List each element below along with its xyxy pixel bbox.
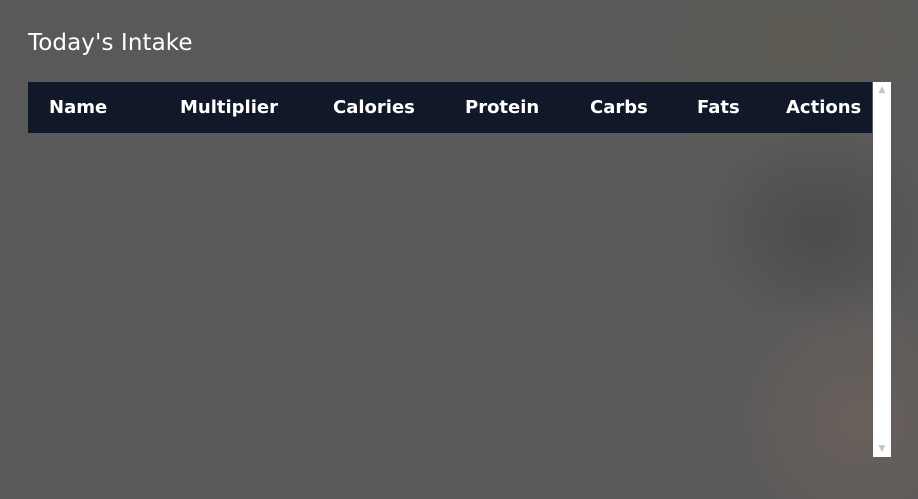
- intake-table-container: Name Multiplier Calories Protein Carbs F…: [28, 82, 891, 457]
- column-header-carbs: Carbs: [590, 97, 648, 118]
- table-header: Name Multiplier Calories Protein Carbs F…: [28, 82, 872, 133]
- column-header-multiplier: Multiplier: [180, 97, 278, 118]
- page-title: Today's Intake: [28, 30, 193, 56]
- chevron-down-icon[interactable]: ▼: [873, 442, 891, 456]
- column-header-calories: Calories: [333, 97, 415, 118]
- column-header-actions: Actions: [786, 97, 862, 118]
- intake-panel: Today's Intake Name Multiplier Calories …: [0, 0, 918, 499]
- table-header-row: Name Multiplier Calories Protein Carbs F…: [28, 82, 872, 133]
- chevron-up-icon[interactable]: ▲: [873, 83, 891, 97]
- column-header-name: Name: [49, 97, 108, 118]
- intake-table: Name Multiplier Calories Protein Carbs F…: [28, 82, 872, 133]
- column-header-fats: Fats: [697, 97, 740, 118]
- column-header-protein: Protein: [465, 97, 540, 118]
- vertical-scrollbar[interactable]: ▲ ▼: [873, 82, 891, 457]
